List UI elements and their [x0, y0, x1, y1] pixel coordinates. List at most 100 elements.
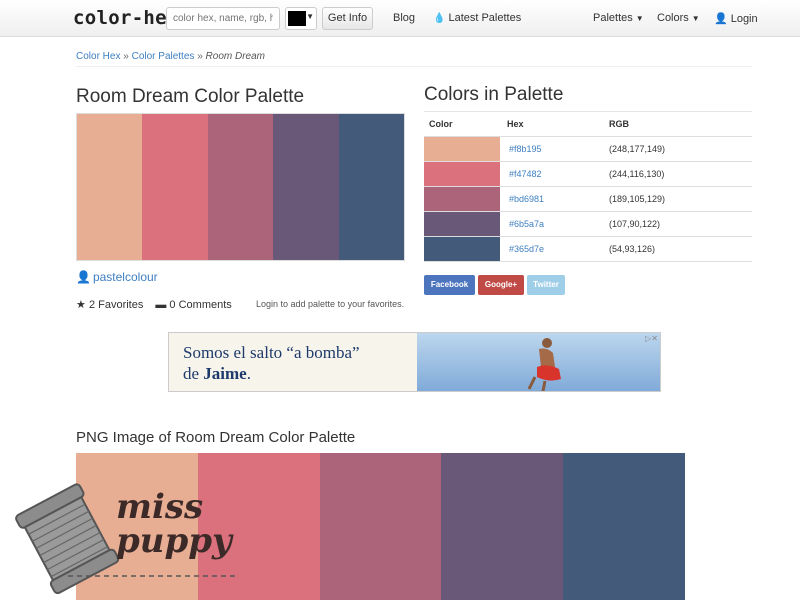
color-swatch[interactable] — [424, 162, 500, 186]
rgb-cell: (248,177,149) — [609, 136, 752, 162]
get-info-button[interactable]: Get Info — [322, 7, 373, 30]
drop-icon: 💧 — [433, 13, 446, 24]
ad-line-2-suffix: . — [246, 364, 251, 383]
rgb-cell: (244,116,130) — [609, 161, 752, 187]
star-icon: ★ — [76, 299, 86, 311]
table-row: #f8b195 (248,177,149) — [424, 136, 752, 162]
nav-blog-link[interactable]: Blog — [393, 12, 415, 24]
jumping-person-illustration — [527, 338, 561, 391]
palette-swatch[interactable] — [441, 453, 564, 600]
twitter-share-button[interactable]: Twitter — [527, 275, 565, 295]
palette-swatch[interactable] — [319, 453, 442, 600]
table-header-row: Color Hex RGB — [424, 111, 752, 137]
google-plus-share-button[interactable]: Google+ — [478, 275, 524, 295]
caret-down-icon: ▼ — [691, 14, 700, 23]
hex-link[interactable]: #365d7e — [509, 244, 544, 254]
color-cell — [424, 186, 500, 212]
color-swatch — [288, 11, 306, 26]
palette-swatch[interactable] — [77, 114, 143, 260]
ad-line-2-name: Jaime — [203, 364, 247, 383]
palette-preview — [76, 113, 405, 261]
nav-login-label: Login — [730, 13, 758, 25]
palette-swatch[interactable] — [563, 453, 685, 600]
hex-link[interactable]: #f47482 — [509, 169, 542, 179]
nav-latest-label: Latest Palettes — [448, 12, 522, 24]
rgb-cell: (189,105,129) — [609, 186, 752, 212]
color-cell — [424, 211, 500, 237]
caret-down-icon: ▼ — [635, 14, 644, 23]
color-cell — [424, 136, 500, 162]
ad-line-2: de Jaime. — [183, 363, 360, 384]
page-title: Room Dream Color Palette — [76, 86, 305, 107]
table-row: #6b5a7a (107,90,122) — [424, 211, 752, 237]
watermark-line-2: puppy — [116, 521, 232, 561]
hex-cell: #f47482 — [500, 161, 609, 187]
watermark-text: miss puppy — [116, 490, 232, 558]
caret-down-icon: ▼ — [306, 12, 314, 21]
color-swatch[interactable] — [424, 137, 500, 161]
hex-link[interactable]: #6b5a7a — [509, 219, 544, 229]
color-picker-button[interactable]: ▼ — [285, 7, 317, 30]
col-header-rgb: RGB — [609, 111, 752, 137]
user-icon: 👤 — [76, 270, 91, 284]
search-input[interactable] — [166, 7, 280, 30]
breadcrumb: Color Hex » Color Palettes » Room Dream — [76, 51, 265, 62]
hex-cell: #6b5a7a — [500, 211, 609, 237]
watermark-line-1: miss — [116, 487, 204, 527]
user-icon: 👤 — [714, 13, 728, 25]
advertisement-banner[interactable]: Somos el salto “a bomba” de Jaime. ▷✕ — [168, 332, 661, 392]
hex-link[interactable]: #bd6981 — [509, 194, 544, 204]
nav-palettes-label: Palettes — [593, 12, 633, 24]
brand-logo[interactable]: color-hex — [73, 7, 179, 29]
breadcrumb-current: Room Dream — [205, 51, 265, 62]
favorites-label: 2 Favorites — [88, 299, 144, 311]
color-swatch[interactable] — [424, 187, 500, 211]
nav-palettes-dropdown[interactable]: Palettes ▼ — [593, 12, 644, 24]
ad-line-2-prefix: de — [183, 364, 204, 383]
color-swatch[interactable] — [424, 212, 500, 236]
colors-title: Colors in Palette — [424, 84, 564, 105]
png-title: PNG Image of Room Dream Color Palette — [76, 429, 356, 446]
hex-cell: #bd6981 — [500, 186, 609, 212]
table-row: #f47482 (244,116,130) — [424, 161, 752, 187]
color-cell — [424, 236, 500, 262]
nav-colors-label: Colors — [657, 12, 689, 24]
comment-icon: ▬ — [155, 298, 167, 311]
table-row: #365d7e (54,93,126) — [424, 236, 752, 262]
facebook-share-button[interactable]: Facebook — [424, 275, 475, 295]
breadcrumb-palettes[interactable]: Color Palettes — [132, 51, 195, 62]
nav-blog-label: Blog — [393, 12, 416, 24]
ad-close-icon[interactable]: ▷✕ — [645, 334, 658, 343]
navbar: color-hex ▼ Get Info Blog 💧Latest Palett… — [0, 0, 800, 37]
ad-line-1: Somos el salto “a bomba” — [183, 343, 360, 362]
hex-link[interactable]: #f8b195 — [509, 144, 542, 154]
palette-swatch[interactable] — [142, 114, 208, 260]
author-name: pastelcolour — [92, 270, 158, 284]
palette-swatch[interactable] — [207, 114, 274, 260]
colors-table: Color Hex RGB #f8b195 (248,177,149) #f4748… — [424, 111, 752, 262]
palette-swatch[interactable] — [273, 114, 339, 260]
rgb-cell: (54,93,126) — [609, 236, 752, 262]
color-swatch[interactable] — [424, 237, 500, 261]
ad-text: Somos el salto “a bomba” de Jaime. — [183, 342, 360, 384]
login-note: Login to add palette to your favorites. — [256, 299, 405, 309]
rgb-cell: (107,90,122) — [609, 211, 752, 237]
palette-swatch[interactable] — [338, 114, 405, 260]
table-row: #bd6981 (189,105,129) — [424, 186, 752, 212]
color-cell — [424, 161, 500, 187]
comments-count[interactable]: ▬ 0 Comments — [155, 299, 231, 311]
nav-login-link[interactable]: 👤 Login — [714, 12, 758, 25]
col-header-color: Color — [424, 111, 500, 137]
palette-meta: ★ 2 Favorites ▬ 0 Comments — [76, 298, 232, 312]
favorites-count[interactable]: ★ 2 Favorites — [76, 298, 143, 311]
ad-image — [417, 333, 660, 391]
hex-cell: #365d7e — [500, 236, 609, 262]
breadcrumb-separator: » — [197, 51, 203, 62]
nav-colors-dropdown[interactable]: Colors ▼ — [657, 12, 700, 24]
divider — [76, 66, 752, 67]
comments-label: 0 Comments — [169, 298, 232, 311]
author-link[interactable]: 👤 pastelcolour — [76, 270, 158, 284]
col-header-hex: Hex — [500, 111, 609, 137]
breadcrumb-home[interactable]: Color Hex — [76, 51, 120, 62]
nav-latest-link[interactable]: 💧 Latest Palettes — [433, 12, 521, 24]
